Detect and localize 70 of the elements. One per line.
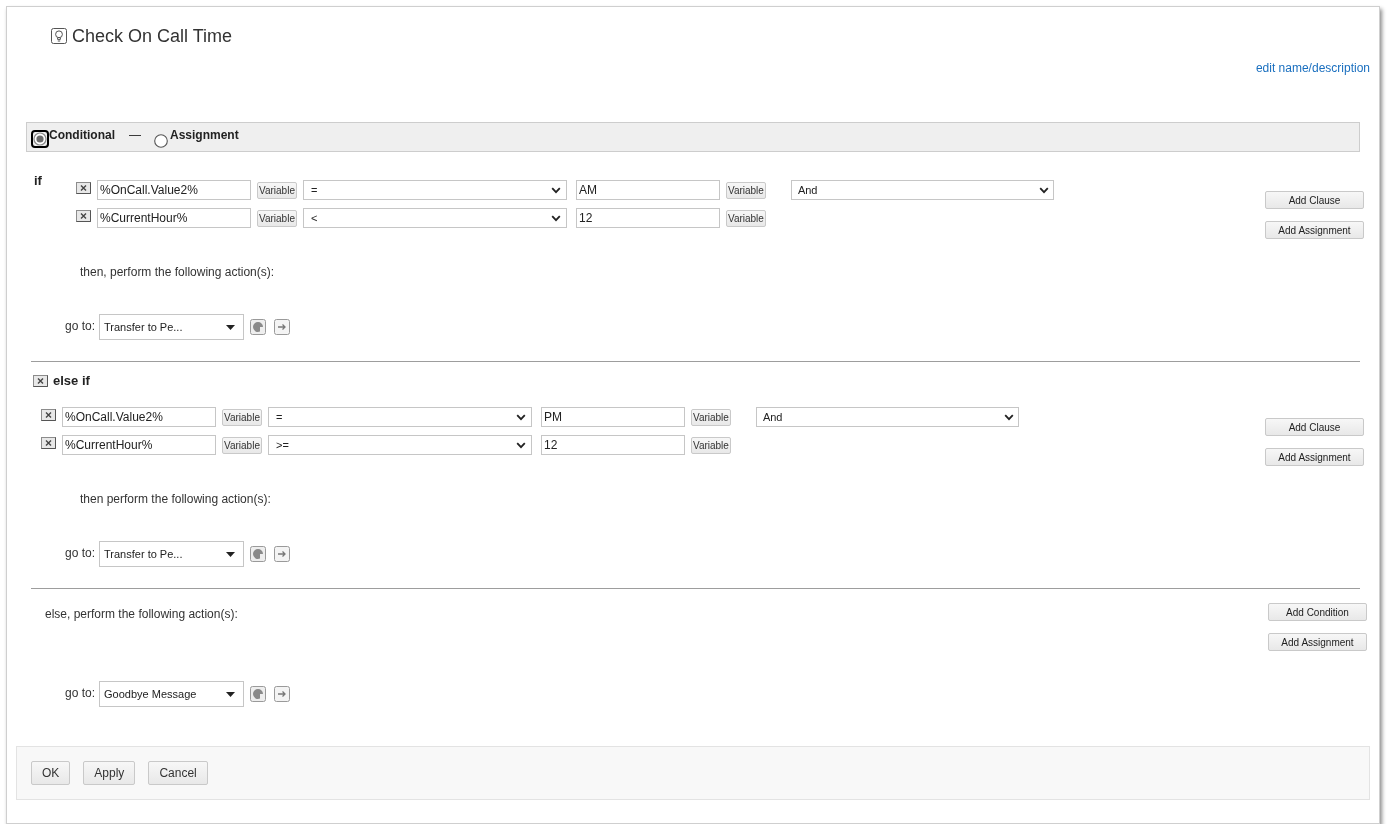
separator-text: —	[129, 128, 141, 142]
text-field[interactable]: 12	[540, 435, 685, 455]
chevron-down-icon	[1038, 186, 1049, 194]
footer-button[interactable]: Cancel	[148, 761, 208, 785]
arrow-right-icon[interactable]	[274, 686, 291, 702]
variable-button[interactable]: Variable	[690, 436, 731, 454]
variable-button[interactable]: Variable	[257, 209, 297, 227]
text-field[interactable]: PM	[540, 407, 685, 427]
side-button[interactable]: Add Assignment	[1265, 448, 1364, 466]
goto-select[interactable]: Goodbye Message	[99, 681, 245, 707]
radio-button[interactable]	[31, 130, 49, 148]
text-field[interactable]: %CurrentHour%	[62, 435, 216, 455]
radio-label: Assignment	[170, 128, 239, 142]
arrow-right-icon[interactable]	[274, 546, 291, 562]
radio-button[interactable]	[154, 134, 168, 148]
chevron-down-icon	[515, 441, 526, 449]
operator-select[interactable]: =	[302, 180, 567, 200]
side-button[interactable]: Add Clause	[1265, 191, 1364, 209]
goto-label: go to:	[65, 546, 96, 560]
side-button[interactable]: Add Clause	[1265, 418, 1364, 436]
radio-label: Conditional	[49, 128, 115, 142]
x-box-icon[interactable]	[76, 210, 91, 222]
condition-label: else if	[53, 373, 90, 388]
side-button[interactable]: Add Assignment	[1268, 633, 1367, 651]
side-button[interactable]: Add Condition	[1268, 603, 1367, 621]
condition-label: if	[34, 173, 43, 188]
caret-down-icon	[226, 324, 236, 330]
caret-down-icon	[226, 691, 236, 697]
chevron-down-icon	[515, 413, 526, 421]
dialog-title: Check On Call Time	[72, 25, 233, 47]
side-button[interactable]: Add Assignment	[1265, 221, 1364, 239]
caret-down-icon	[226, 551, 236, 557]
variable-button[interactable]: Variable	[222, 408, 262, 426]
variable-button[interactable]: Variable	[725, 181, 766, 199]
joiner-select[interactable]: And	[755, 407, 1019, 427]
text-field[interactable]: %OnCall.Value2%	[62, 407, 216, 427]
goto-label: go to:	[65, 686, 96, 700]
pie-tile-icon[interactable]	[250, 686, 267, 702]
variable-button[interactable]: Variable	[690, 408, 731, 426]
variable-button[interactable]: Variable	[222, 436, 262, 454]
variable-button[interactable]: Variable	[725, 209, 766, 227]
edit-link[interactable]: edit name/description	[1255, 61, 1370, 75]
x-box-icon[interactable]	[33, 374, 48, 387]
x-box-icon[interactable]	[41, 437, 56, 449]
chevron-down-icon	[550, 214, 561, 222]
text-field[interactable]: 12	[575, 208, 720, 228]
chevron-down-icon	[550, 186, 561, 194]
instruction-text: then, perform the following action(s):	[80, 265, 275, 279]
goto-select[interactable]: Transfer to Pe...	[99, 541, 245, 567]
text-field[interactable]: AM	[575, 180, 720, 200]
footer-button[interactable]: Apply	[83, 761, 136, 785]
operator-select[interactable]: >=	[267, 435, 532, 455]
chevron-down-icon	[1003, 413, 1014, 421]
footer-button[interactable]: OK	[31, 761, 71, 785]
text-field[interactable]: %CurrentHour%	[97, 208, 251, 228]
goto-label: go to:	[65, 319, 96, 333]
lightbulb-icon	[51, 28, 67, 44]
operator-select[interactable]: =	[267, 407, 532, 427]
pie-tile-icon[interactable]	[250, 546, 267, 562]
operator-select[interactable]: <	[302, 208, 567, 228]
instruction-text: else, perform the following action(s):	[45, 607, 238, 621]
text-field[interactable]: %OnCall.Value2%	[97, 180, 251, 200]
joiner-select[interactable]: And	[790, 180, 1054, 200]
pie-tile-icon[interactable]	[250, 319, 267, 335]
goto-select[interactable]: Transfer to Pe...	[99, 314, 245, 340]
x-box-icon[interactable]	[41, 409, 56, 421]
instruction-text: then perform the following action(s):	[80, 492, 271, 506]
x-box-icon[interactable]	[76, 182, 91, 194]
arrow-right-icon[interactable]	[274, 319, 291, 335]
variable-button[interactable]: Variable	[257, 181, 297, 199]
